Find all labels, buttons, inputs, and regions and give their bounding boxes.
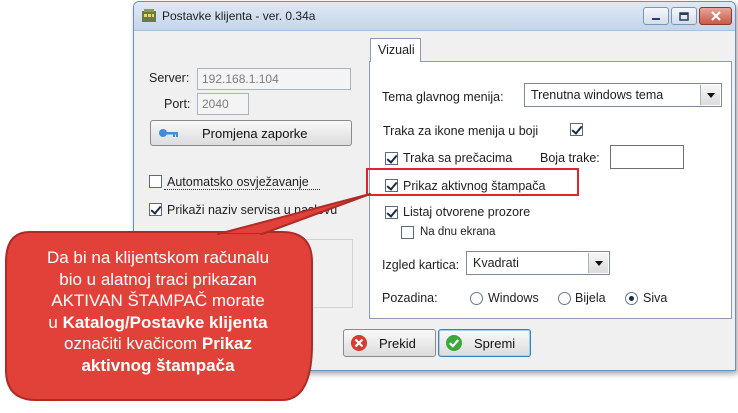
- callout-text: Da bi na klijentskom računalu bio u alat…: [10, 247, 306, 376]
- callout-line-5-prefix: označiti kvačicom: [63, 334, 202, 353]
- callout-line-4-prefix: u: [48, 312, 63, 332]
- callout-line-5-bold: Prikaz: [201, 334, 253, 353]
- tab-vizuali[interactable]: Vizuali: [370, 38, 421, 62]
- callout-line-4-bold: Katalog/Postavke klijenta: [62, 312, 268, 332]
- callout-line-3: AKTIVAN ŠTAMPAČ morate: [51, 291, 265, 310]
- callout-line-6: aktivnog štampača: [10, 355, 306, 377]
- callout-line-1: Da bi na klijentskom računalu: [46, 248, 270, 267]
- callout-line-2: bio u alatnoj traci prikazan: [59, 269, 257, 289]
- callout-line-4: u Katalog/Postavke klijenta: [10, 312, 306, 334]
- callout-line-6-bold: aktivnog štampača: [81, 355, 235, 375]
- callout-line-5: označiti kvačicom Prikaz: [10, 333, 306, 355]
